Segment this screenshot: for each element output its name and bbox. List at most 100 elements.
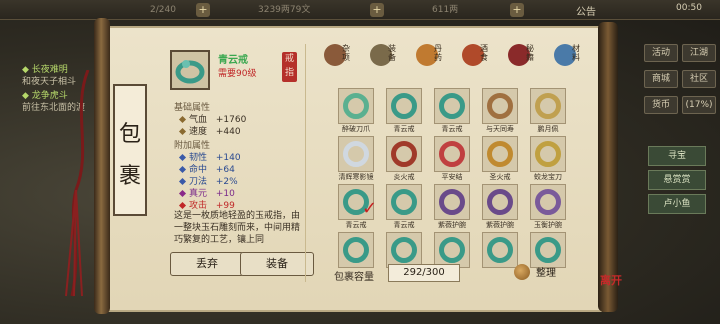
panel-title-banner: 包 裹 bbox=[113, 84, 147, 216]
jianghu-button[interactable]: 江湖 bbox=[682, 44, 716, 62]
slot-label: 玉衡护腕 bbox=[534, 221, 562, 229]
category-label: 秘籍 bbox=[526, 44, 534, 62]
item-icon bbox=[391, 189, 417, 215]
side-tab-bounty[interactable]: 悬赏赏 bbox=[648, 170, 706, 190]
diamond-icon bbox=[178, 165, 187, 174]
add-silver-button[interactable]: + bbox=[370, 3, 384, 17]
shop-button[interactable]: 商城 bbox=[644, 70, 678, 88]
item-icon bbox=[439, 141, 465, 167]
activity-button[interactable]: 活动 bbox=[644, 44, 678, 62]
item-icon bbox=[535, 93, 561, 119]
item-icon bbox=[391, 93, 417, 119]
discard-button[interactable]: 丢弃 bbox=[170, 252, 244, 276]
inventory-slot[interactable] bbox=[338, 136, 374, 172]
category-tab[interactable]: 秘籍 bbox=[506, 44, 534, 78]
add-gold-button[interactable]: + bbox=[510, 3, 524, 17]
inventory-slot[interactable] bbox=[530, 136, 566, 172]
inventory-slot[interactable] bbox=[386, 184, 422, 220]
title-char-1: 包 bbox=[118, 122, 141, 147]
inventory-slot[interactable] bbox=[434, 88, 470, 124]
inventory-slot[interactable] bbox=[434, 232, 470, 268]
slot-label: 青云戒 bbox=[345, 221, 367, 229]
inventory-slot[interactable] bbox=[386, 136, 422, 172]
inventory-slot[interactable] bbox=[386, 88, 422, 124]
stamina-counter: 2/240 bbox=[150, 5, 176, 15]
gold-counter: 611两 bbox=[432, 5, 459, 15]
slot-label: 蛟龙宝刀 bbox=[534, 173, 562, 181]
item-description: 这是一枚质地轻盈的玉戒指，由一整块玉石雕刻而来，中间用精巧繁复的工艺，镶上同 bbox=[174, 211, 301, 245]
item-icon bbox=[343, 93, 369, 119]
inventory-slot[interactable] bbox=[482, 184, 518, 220]
bag-icon bbox=[514, 264, 530, 280]
category-tab[interactable]: 装备 bbox=[368, 44, 396, 78]
silver-counter: 3239两79文 bbox=[258, 5, 311, 15]
slot-label: 紫薇护腕 bbox=[438, 221, 466, 229]
item-level-requirement: 需要90级 bbox=[218, 69, 257, 79]
scroll-rod-left bbox=[94, 18, 110, 314]
slot-label: 青云戒 bbox=[441, 125, 463, 133]
side-tab-treasure[interactable]: 寻宝 bbox=[648, 146, 706, 166]
slot-label: 青云戒 bbox=[393, 221, 415, 229]
category-label: 材料 bbox=[572, 44, 580, 62]
slot-label: 炎火戒 bbox=[393, 173, 415, 181]
slot-label: 青云戒 bbox=[393, 125, 415, 133]
notice-button[interactable]: 公告 bbox=[576, 3, 596, 18]
item-icon bbox=[391, 237, 417, 263]
inventory-slot[interactable] bbox=[482, 88, 518, 124]
inventory-slot[interactable] bbox=[482, 232, 518, 268]
item-icon bbox=[487, 93, 513, 119]
item-name: 青云戒 bbox=[218, 55, 248, 66]
inventory-slot[interactable] bbox=[434, 136, 470, 172]
capacity-label: 包裹容量 bbox=[334, 272, 374, 283]
category-label: 酒食 bbox=[480, 44, 488, 62]
category-tab[interactable]: 杂项 bbox=[322, 44, 350, 78]
item-icon bbox=[343, 237, 369, 263]
category-tab[interactable]: 酒食 bbox=[460, 44, 488, 78]
inventory-slot[interactable] bbox=[530, 88, 566, 124]
inventory-slot[interactable] bbox=[482, 136, 518, 172]
item-type-seal: 戒指 bbox=[282, 52, 297, 82]
item-icon bbox=[535, 237, 561, 263]
inventory-slot[interactable] bbox=[530, 232, 566, 268]
category-label: 装备 bbox=[388, 44, 396, 62]
category-label: 杂项 bbox=[342, 44, 350, 62]
diamond-icon bbox=[178, 153, 187, 162]
item-icon bbox=[487, 237, 513, 263]
diamond-icon bbox=[178, 127, 187, 136]
category-tab[interactable]: 材料 bbox=[552, 44, 580, 78]
slot-label: 平安结 bbox=[441, 173, 463, 181]
slot-label: 紫薇护腕 bbox=[486, 221, 514, 229]
item-icon bbox=[439, 237, 465, 263]
title-char-2: 裹 bbox=[118, 164, 141, 189]
diamond-icon bbox=[178, 115, 187, 124]
side-tab-npc[interactable]: 卢小鱼 bbox=[648, 194, 706, 214]
item-icon bbox=[439, 93, 465, 119]
sort-button[interactable]: 整理 bbox=[536, 264, 556, 279]
capacity-value: 292/300 bbox=[388, 264, 460, 282]
panel-divider bbox=[305, 44, 306, 282]
slot-label: 醉破刀爪 bbox=[342, 125, 370, 133]
inventory-slot[interactable] bbox=[386, 232, 422, 268]
inventory-slot[interactable] bbox=[530, 184, 566, 220]
item-icon bbox=[535, 189, 561, 215]
equip-button[interactable]: 装备 bbox=[240, 252, 314, 276]
community-button[interactable]: 社区 bbox=[682, 70, 716, 88]
item-icon bbox=[487, 189, 513, 215]
inventory-slot[interactable] bbox=[338, 88, 374, 124]
market-button[interactable]: 货币 bbox=[644, 96, 678, 114]
item-icon bbox=[343, 141, 369, 167]
clock-text: 00:50 bbox=[676, 3, 702, 13]
diamond-icon bbox=[178, 177, 187, 186]
inventory-slot[interactable] bbox=[434, 184, 470, 220]
inventory-slot[interactable] bbox=[338, 232, 374, 268]
selected-item-icon bbox=[170, 50, 210, 90]
attr-row: 速度 +440 bbox=[178, 124, 241, 137]
tassel-decoration bbox=[65, 70, 90, 297]
add-stamina-button[interactable]: + bbox=[196, 3, 210, 17]
slot-label: 鹏月佩 bbox=[537, 125, 559, 133]
category-tab[interactable]: 丹药 bbox=[414, 44, 442, 78]
slot-label: 与天同寿 bbox=[486, 125, 514, 133]
item-icon bbox=[439, 189, 465, 215]
diamond-icon bbox=[178, 201, 187, 210]
diamond-icon bbox=[178, 189, 187, 198]
